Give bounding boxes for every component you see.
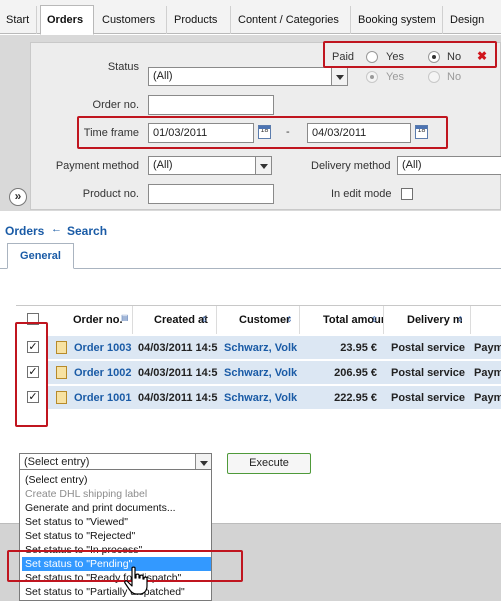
main-navigation: Start Orders Customers Products Content … — [0, 0, 501, 35]
payment-method-value: (All) — [153, 159, 173, 171]
dropdown-option[interactable]: Set status to "Rejected" — [22, 529, 211, 543]
dropdown-option-disabled: Create DHL shipping label — [25, 488, 148, 500]
created-at: 04/03/2011 14:5 — [138, 367, 218, 379]
highlight-frame-time-frame — [77, 116, 448, 149]
table-row[interactable]: Order 1003 04/03/2011 14:5 Schwarz, Volk… — [48, 336, 501, 360]
breadcrumb-orders[interactable]: Orders — [5, 224, 44, 238]
total-amount: 23.95 € — [340, 342, 377, 354]
order-number[interactable]: Order 1001 — [74, 386, 134, 410]
bulk-action-value: (Select entry) — [24, 456, 90, 468]
nav-tab-content-categories[interactable]: Content / Categories — [232, 6, 351, 34]
nav-tab-design[interactable]: Design — [444, 6, 501, 34]
chevron-down-icon — [331, 68, 347, 85]
dropdown-option[interactable]: Set status to "Viewed" — [22, 515, 211, 529]
customer-name[interactable]: Schwarz, Volk — [224, 361, 301, 385]
dropdown-option[interactable]: Generate and print documents... — [22, 501, 211, 515]
customer-name[interactable]: Schwarz, Volk — [224, 336, 301, 360]
status-yes-radio[interactable] — [366, 71, 378, 83]
nav-tab-orders[interactable]: Orders — [40, 5, 94, 35]
payment-method-select[interactable]: (All) — [148, 156, 272, 175]
order-number[interactable]: Order 1002 — [74, 361, 134, 385]
payment-method: Paym — [474, 342, 501, 354]
status-label: Status — [107, 61, 139, 73]
payment-method: Paym — [474, 367, 501, 379]
sort-icon[interactable]: ⇕ — [457, 315, 465, 325]
breadcrumb-search[interactable]: Search — [67, 224, 107, 238]
total-amount: 206.95 € — [334, 367, 377, 379]
chevron-down-icon — [255, 157, 271, 174]
sort-icon[interactable]: ⇕ — [286, 315, 294, 325]
product-no-input[interactable] — [148, 184, 274, 204]
customer-name[interactable]: Schwarz, Volk — [224, 386, 301, 410]
product-no-label: Product no. — [82, 188, 139, 200]
status-select-value: (All) — [153, 70, 173, 82]
order-number[interactable]: Order 1003 — [74, 336, 134, 360]
column-header-payment — [472, 306, 501, 334]
document-icon — [56, 341, 67, 354]
table-row[interactable]: Order 1002 04/03/2011 14:5 Schwarz, Volk… — [48, 361, 501, 385]
order-no-label: Order no. — [92, 99, 139, 111]
delivery-method-select[interactable]: (All) — [397, 156, 501, 175]
sort-icon[interactable]: ⇕ — [371, 315, 379, 325]
delivery-method: Postal service — [391, 392, 465, 404]
document-icon — [56, 366, 67, 379]
status-no-radio[interactable] — [428, 71, 440, 83]
subtab-divider — [0, 268, 501, 269]
delivery-method: Postal service — [391, 342, 465, 354]
delivery-method-label: Delivery method — [311, 160, 391, 172]
sort-icon[interactable]: ▤ — [121, 313, 129, 323]
created-at: 04/03/2011 14:5 — [138, 342, 218, 354]
document-icon — [56, 391, 67, 404]
status-select[interactable]: (All) — [148, 67, 348, 86]
execute-button[interactable]: Execute — [227, 453, 311, 474]
nav-tab-booking-system[interactable]: Booking system — [352, 6, 443, 34]
table-row[interactable]: Order 1001 04/03/2011 14:5 Schwarz, Volk… — [48, 386, 501, 410]
arrow-left-icon: ← — [51, 223, 62, 235]
delivery-method: Postal service — [391, 367, 465, 379]
tab-general[interactable]: General — [7, 243, 74, 269]
highlight-frame-paid — [323, 41, 497, 68]
sort-icon[interactable]: ⇕ — [201, 315, 209, 325]
status-yes-label: Yes — [386, 71, 404, 83]
payment-method-label: Payment method — [55, 160, 139, 172]
dropdown-option[interactable]: Set status to "Partially dispatched" — [22, 585, 211, 599]
nav-tab-customers[interactable]: Customers — [96, 6, 167, 34]
status-no-label: No — [447, 71, 462, 83]
highlight-frame-row-checkboxes — [15, 322, 48, 427]
payment-method: Paym — [474, 392, 501, 404]
expand-sidebar-icon[interactable]: » — [9, 188, 27, 206]
total-amount: 222.95 € — [334, 392, 377, 404]
order-no-input[interactable] — [148, 95, 274, 115]
dropdown-option[interactable]: (Select entry) — [22, 473, 211, 487]
edit-mode-checkbox[interactable] — [401, 188, 413, 200]
delivery-method-value: (All) — [402, 159, 422, 171]
nav-tab-products[interactable]: Products — [168, 6, 231, 34]
hand-cursor-icon — [124, 566, 148, 595]
edit-mode-label: In edit mode — [331, 188, 392, 200]
nav-tab-start[interactable]: Start — [0, 6, 37, 34]
created-at: 04/03/2011 14:5 — [138, 392, 218, 404]
